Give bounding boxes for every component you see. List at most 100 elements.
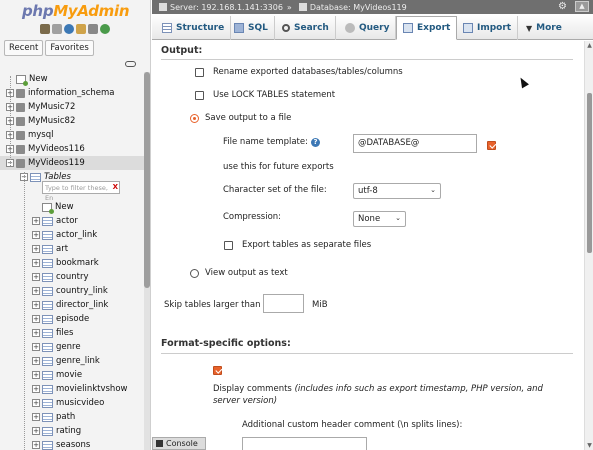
compression-select[interactable]: None ⌄	[353, 211, 406, 227]
tree-item-label: files	[56, 328, 74, 338]
remember-template-checkbox[interactable]	[487, 141, 496, 150]
expand-toggle-icon[interactable]: +	[32, 259, 40, 267]
tree-item-label: information_schema	[28, 88, 115, 98]
tree-item-table[interactable]: + actor_link	[0, 228, 146, 242]
tree-item-label: New	[29, 74, 48, 84]
tab-import[interactable]: Import	[457, 16, 519, 40]
favorites-tab[interactable]: Favorites	[45, 40, 94, 56]
separate-files-checkbox[interactable]	[224, 241, 233, 250]
docs-icon[interactable]	[76, 24, 86, 34]
structure-icon	[162, 23, 172, 33]
expand-toggle-icon[interactable]: +	[32, 441, 40, 449]
collapse-top-menu-button[interactable]: ▲	[575, 1, 589, 12]
help-icon[interactable]	[64, 24, 74, 34]
view-output-radio[interactable]	[190, 269, 199, 278]
tree-item-table[interactable]: + musicvideo	[0, 396, 146, 410]
display-comments-checkbox[interactable]	[213, 366, 222, 375]
expand-toggle-icon[interactable]: +	[32, 357, 40, 365]
tree-item-table[interactable]: + country	[0, 270, 146, 284]
charset-select[interactable]: utf-8 ⌄	[353, 183, 441, 199]
lock-tables-checkbox[interactable]	[195, 91, 204, 100]
expand-toggle-icon[interactable]: +	[32, 385, 40, 393]
tree-item-database[interactable]: − MyVideos119	[0, 156, 146, 170]
tree-item-label: country	[56, 272, 89, 282]
main-scrollbar[interactable]: ▲ ▼	[584, 41, 593, 450]
tree-item-database[interactable]: + MyMusic82	[0, 114, 146, 128]
expand-toggle-icon[interactable]: +	[32, 399, 40, 407]
table-icon	[42, 300, 53, 310]
tree-item-label: MyMusic82	[28, 116, 76, 126]
recent-tab[interactable]: Recent	[4, 40, 44, 56]
tree-item-table[interactable]: + genre_link	[0, 354, 146, 368]
table-icon	[42, 244, 53, 254]
tree-item-database[interactable]: + MyVideos116	[0, 142, 146, 156]
link-with-main-panel-icon[interactable]	[125, 61, 136, 67]
scroll-down-icon[interactable]: ▼	[586, 442, 593, 449]
clear-filter-icon[interactable]: X	[113, 182, 118, 192]
tree-item-new-table[interactable]: New	[0, 200, 146, 214]
tree-item-table[interactable]: + seasons	[0, 438, 146, 450]
expand-toggle-icon[interactable]: +	[32, 329, 40, 337]
tree-item-table[interactable]: + bookmark	[0, 256, 146, 270]
expand-toggle-icon[interactable]: +	[32, 315, 40, 323]
nav-scrollbar[interactable]	[144, 72, 150, 450]
tree-guide-line	[24, 172, 25, 450]
tab-sql[interactable]: SQL	[228, 16, 275, 40]
expand-toggle-icon[interactable]: +	[32, 273, 40, 281]
scroll-up-icon[interactable]: ▲	[586, 42, 593, 49]
quick-access-icons	[40, 24, 110, 34]
console-icon	[156, 440, 163, 447]
expand-toggle-icon[interactable]: +	[32, 287, 40, 295]
tree-item-database[interactable]: New	[0, 72, 146, 86]
expand-toggle-icon[interactable]: +	[32, 371, 40, 379]
tree-item-table[interactable]: + files	[0, 326, 146, 340]
expand-toggle-icon[interactable]: +	[32, 231, 40, 239]
rename-exported-checkbox[interactable]	[195, 68, 204, 77]
console-toggle[interactable]: Console	[152, 437, 206, 450]
nav-scrollbar-thumb[interactable]	[144, 72, 150, 288]
tab-export[interactable]: Export	[396, 16, 458, 40]
logout-icon[interactable]	[52, 24, 62, 34]
tree-item-table[interactable]: + art	[0, 242, 146, 256]
tree-item-table[interactable]: + rating	[0, 424, 146, 438]
tree-item-label: genre	[56, 342, 81, 352]
settings-icon[interactable]	[88, 24, 98, 34]
breadcrumb-server[interactable]: Server: 192.168.1.141:3306	[170, 3, 283, 12]
expand-toggle-icon[interactable]: +	[32, 427, 40, 435]
skip-tables-input[interactable]	[263, 294, 304, 313]
tree-item-table[interactable]: + actor	[0, 214, 146, 228]
expand-toggle-icon[interactable]: +	[32, 413, 40, 421]
tree-item-table[interactable]: + movie	[0, 368, 146, 382]
custom-header-label: Additional custom header comment (\n spl…	[242, 420, 463, 430]
phpmyadmin-logo[interactable]: phpMyAdmin	[22, 2, 130, 20]
tab-search[interactable]: Search	[276, 16, 336, 40]
save-to-file-radio[interactable]	[190, 114, 199, 123]
tab-structure[interactable]: Structure	[156, 16, 232, 40]
expand-toggle-icon[interactable]: +	[32, 245, 40, 253]
breadcrumb-separator: »	[286, 2, 292, 12]
table-filter-input[interactable]: Type to filter these, En X	[42, 181, 120, 202]
help-icon[interactable]: ?	[311, 138, 320, 147]
tree-item-table[interactable]: + genre	[0, 340, 146, 354]
gear-icon[interactable]: ⚙	[558, 1, 567, 12]
tab-query[interactable]: Query	[339, 16, 397, 40]
tree-item-table[interactable]: + country_link	[0, 284, 146, 298]
file-name-template-input[interactable]: @DATABASE@	[353, 134, 477, 153]
tree-item-table[interactable]: + movielinktvshow	[0, 382, 146, 396]
breadcrumb-database[interactable]: Database: MyVideos119	[310, 3, 407, 12]
tab-more[interactable]: ▼ More	[520, 16, 568, 40]
tree-item-table[interactable]: + path	[0, 410, 146, 424]
home-icon[interactable]	[40, 24, 50, 34]
more-icon: ▼	[526, 23, 533, 33]
tree-item-database[interactable]: + mysql	[0, 128, 146, 142]
tree-item-database[interactable]: + information_schema	[0, 86, 146, 100]
tree-item-table[interactable]: + director_link	[0, 298, 146, 312]
tree-item-table[interactable]: + episode	[0, 312, 146, 326]
main-scrollbar-thumb[interactable]	[587, 93, 592, 253]
reload-icon[interactable]	[100, 24, 110, 34]
custom-header-textarea[interactable]	[242, 437, 367, 450]
tree-item-database[interactable]: + MyMusic72	[0, 100, 146, 114]
expand-toggle-icon[interactable]: +	[32, 217, 40, 225]
expand-toggle-icon[interactable]: +	[32, 343, 40, 351]
expand-toggle-icon[interactable]: +	[32, 301, 40, 309]
